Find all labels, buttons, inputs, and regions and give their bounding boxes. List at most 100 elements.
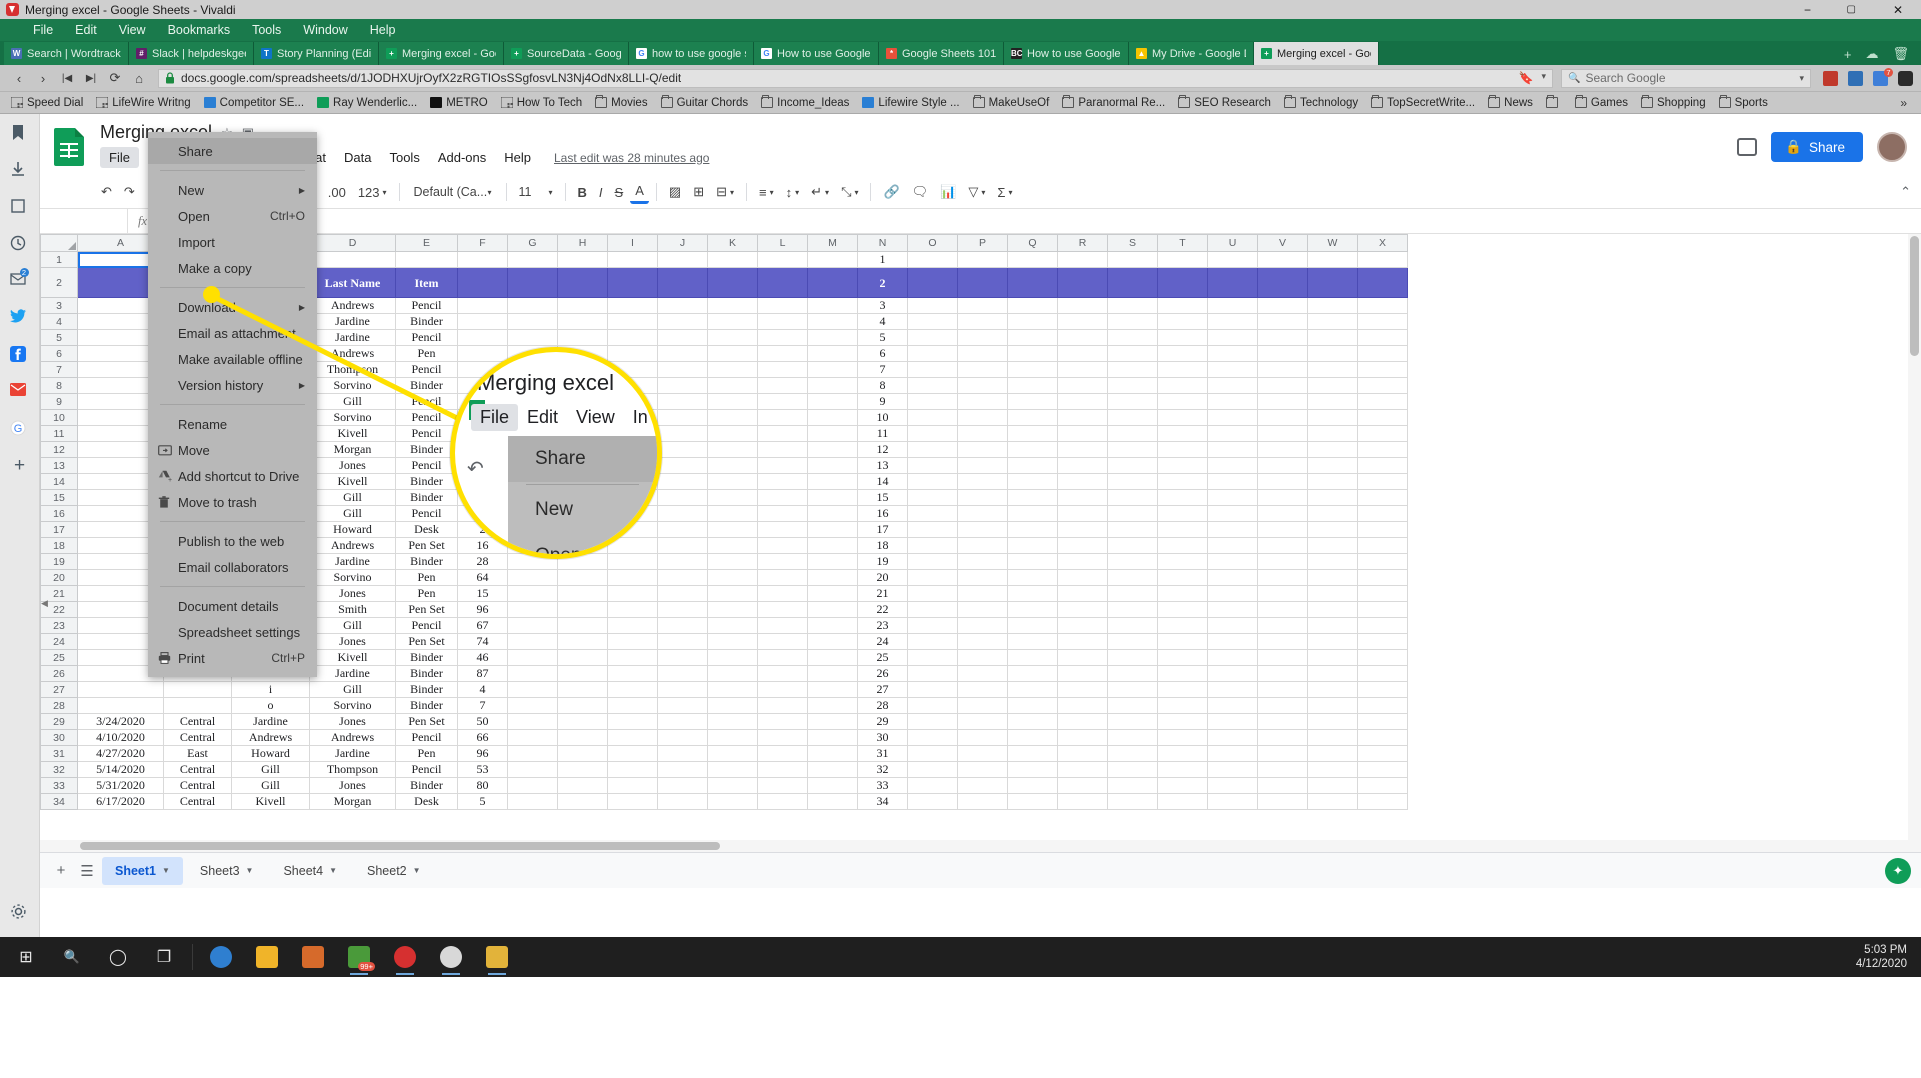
- cell-R15[interactable]: [1057, 489, 1108, 506]
- cell-F20[interactable]: 64: [457, 569, 508, 586]
- cell-J27[interactable]: [657, 681, 708, 698]
- cell-D14[interactable]: Kivell: [309, 473, 396, 490]
- cell-H24[interactable]: [557, 633, 608, 650]
- panel-mail-icon[interactable]: 2: [9, 268, 30, 292]
- cell-D27[interactable]: Gill: [309, 681, 396, 698]
- browser-tab-9[interactable]: ▲ My Drive - Google Drive: [1129, 42, 1254, 65]
- cell-J28[interactable]: [657, 697, 708, 714]
- cell-X17[interactable]: [1357, 521, 1408, 538]
- cell-D5[interactable]: Jardine: [309, 329, 396, 346]
- cell-O10[interactable]: [907, 409, 958, 426]
- cell-X29[interactable]: [1357, 713, 1408, 730]
- cell-S23[interactable]: [1107, 617, 1158, 634]
- cell-S16[interactable]: [1107, 505, 1158, 522]
- cell-M27[interactable]: [807, 681, 858, 698]
- browser-menu-tools[interactable]: Tools: [241, 19, 292, 41]
- panel-add-icon[interactable]: +: [10, 456, 30, 477]
- panel-notes-icon[interactable]: [10, 198, 30, 218]
- font-size-select[interactable]: 11 ▾: [514, 183, 558, 201]
- cell-D19[interactable]: Jardine: [309, 553, 396, 570]
- browser-tab-5[interactable]: Ghow to use google shee: [629, 42, 754, 65]
- cell-J8[interactable]: [657, 377, 708, 394]
- cell-K31[interactable]: [707, 745, 758, 762]
- cell-L7[interactable]: [757, 361, 808, 378]
- column-header-P[interactable]: P: [957, 234, 1008, 252]
- cell-D32[interactable]: Thompson: [309, 761, 396, 778]
- cell-P18[interactable]: [957, 537, 1008, 554]
- cell-P14[interactable]: [957, 473, 1008, 490]
- bookmark-17[interactable]: Games: [1570, 95, 1633, 110]
- cell-D16[interactable]: Gill: [309, 505, 396, 522]
- cell-P3[interactable]: [957, 297, 1008, 314]
- cell-N29[interactable]: 29: [857, 713, 908, 730]
- cell-J3[interactable]: [657, 297, 708, 314]
- cell-I25[interactable]: [607, 649, 658, 666]
- cell-M8[interactable]: [807, 377, 858, 394]
- cell-N24[interactable]: 24: [857, 633, 908, 650]
- search-field[interactable]: 🔍 Search Google ▾: [1561, 68, 1811, 88]
- cell-G5[interactable]: [507, 329, 558, 346]
- cell-E7[interactable]: Pencil: [395, 361, 458, 378]
- cell-U32[interactable]: [1207, 761, 1258, 778]
- back-button[interactable]: ‹: [8, 68, 30, 89]
- cell-L18[interactable]: [757, 537, 808, 554]
- cell-J6[interactable]: [657, 345, 708, 362]
- cell-L10[interactable]: [757, 409, 808, 426]
- cell-M21[interactable]: [807, 585, 858, 602]
- cell-X11[interactable]: [1357, 425, 1408, 442]
- cell-U33[interactable]: [1207, 777, 1258, 794]
- cell-T6[interactable]: [1157, 345, 1208, 362]
- cell-V3[interactable]: [1257, 297, 1308, 314]
- column-header-W[interactable]: W: [1307, 234, 1358, 252]
- cell-W32[interactable]: [1307, 761, 1358, 778]
- cell-U13[interactable]: [1207, 457, 1258, 474]
- row-header-32[interactable]: 32: [40, 761, 78, 778]
- cell-V10[interactable]: [1257, 409, 1308, 426]
- cell-G2[interactable]: [507, 267, 558, 298]
- cell-P1[interactable]: [957, 251, 1008, 268]
- panel-bookmarks-icon[interactable]: [10, 124, 30, 144]
- cell-V32[interactable]: [1257, 761, 1308, 778]
- cell-R33[interactable]: [1057, 777, 1108, 794]
- column-header-U[interactable]: U: [1207, 234, 1258, 252]
- cell-I27[interactable]: [607, 681, 658, 698]
- cell-S20[interactable]: [1107, 569, 1158, 586]
- cell-Q13[interactable]: [1007, 457, 1058, 474]
- cell-J18[interactable]: [657, 537, 708, 554]
- cell-Q1[interactable]: [1007, 251, 1058, 268]
- cell-P28[interactable]: [957, 697, 1008, 714]
- cell-T15[interactable]: [1157, 489, 1208, 506]
- cell-V1[interactable]: [1257, 251, 1308, 268]
- cell-E4[interactable]: Binder: [395, 313, 458, 330]
- cell-J11[interactable]: [657, 425, 708, 442]
- file-menu-item-document-details[interactable]: Document details: [148, 593, 317, 619]
- cell-X3[interactable]: [1357, 297, 1408, 314]
- cell-Q6[interactable]: [1007, 345, 1058, 362]
- cell-Q34[interactable]: [1007, 793, 1058, 810]
- row-header-11[interactable]: 11: [40, 425, 78, 442]
- cell-J19[interactable]: [657, 553, 708, 570]
- bookmarks-overflow-button[interactable]: »: [1892, 96, 1915, 110]
- cell-R9[interactable]: [1057, 393, 1108, 410]
- cell-U10[interactable]: [1207, 409, 1258, 426]
- cell-L22[interactable]: [757, 601, 808, 618]
- cell-T12[interactable]: [1157, 441, 1208, 458]
- cell-M34[interactable]: [807, 793, 858, 810]
- cell-S32[interactable]: [1107, 761, 1158, 778]
- cell-L15[interactable]: [757, 489, 808, 506]
- cell-K23[interactable]: [707, 617, 758, 634]
- cell-H32[interactable]: [557, 761, 608, 778]
- cell-X13[interactable]: [1357, 457, 1408, 474]
- cell-V24[interactable]: [1257, 633, 1308, 650]
- cell-V18[interactable]: [1257, 537, 1308, 554]
- file-menu-item-move-to-trash[interactable]: Move to trash: [148, 489, 317, 515]
- cell-M32[interactable]: [807, 761, 858, 778]
- cell-C34[interactable]: Kivell: [231, 793, 310, 810]
- column-header-M[interactable]: M: [807, 234, 858, 252]
- cell-W15[interactable]: [1307, 489, 1358, 506]
- cell-T19[interactable]: [1157, 553, 1208, 570]
- taskbar-store-icon[interactable]: [291, 937, 335, 977]
- cell-L8[interactable]: [757, 377, 808, 394]
- cell-S21[interactable]: [1107, 585, 1158, 602]
- cell-L2[interactable]: [757, 267, 808, 298]
